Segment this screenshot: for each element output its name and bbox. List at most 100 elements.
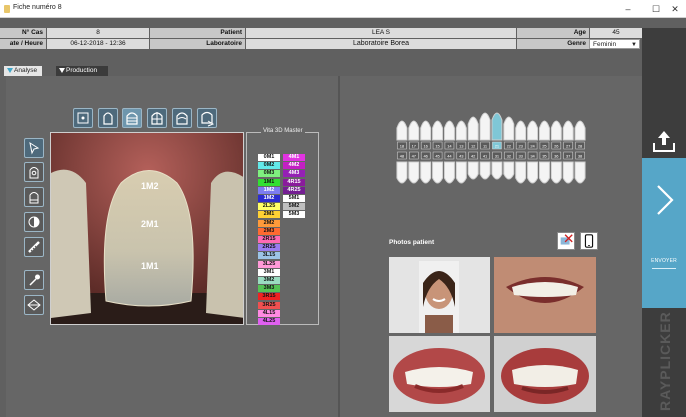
eyedropper-tool-button[interactable] (24, 270, 44, 290)
upper-tooth[interactable]: 27 (562, 120, 574, 150)
shade-swatch: 3R25 (258, 301, 280, 309)
shade-swatch: 3M2 (258, 277, 280, 284)
measure-tool-button[interactable] (24, 237, 44, 257)
grid-tool-button[interactable] (147, 108, 167, 128)
upper-tooth[interactable]: 26 (550, 120, 562, 150)
lower-tooth[interactable]: 44 (443, 151, 455, 184)
upper-tooth[interactable]: 18 (396, 120, 408, 150)
tooth-crown-icon (29, 192, 39, 204)
genre-select[interactable]: Feminin ▼ (589, 39, 640, 49)
application-window: { "window": {"title": "Fiche numéro 8", … (0, 0, 686, 417)
shade-swatch: 1M2 (258, 195, 280, 202)
lower-tooth[interactable]: 35 (538, 151, 550, 184)
lower-tooth[interactable]: 41 (479, 151, 491, 180)
upper-tooth[interactable]: 23 (515, 120, 527, 150)
shade-label-bottom: 1M1 (141, 261, 159, 271)
dental-chart-graphic: 18 17 16 15 14 13 12 11 21 22 23 24 25 26 27 28 48 47 46 45… (396, 112, 586, 184)
tooth-photo-view[interactable]: 1M2 2M1 1M1 (50, 132, 244, 325)
tab-analyse[interactable]: Analyse (4, 66, 42, 76)
tooth-number: 21 (495, 144, 500, 149)
delete-photo-button[interactable] (557, 232, 575, 250)
shade-swatch: 2M3 (258, 227, 280, 235)
lower-tooth[interactable]: 38 (574, 151, 586, 184)
upper-tooth[interactable]: 21 (491, 112, 503, 150)
select-tool-button[interactable] (24, 138, 44, 158)
tooth-number: 16 (423, 144, 428, 149)
upper-tooth[interactable]: 11 (479, 112, 491, 150)
lower-tooth[interactable]: 45 (432, 151, 444, 184)
patient-photo-retractor-2[interactable] (494, 336, 596, 412)
dental-chart[interactable]: 18 17 16 15 14 13 12 11 21 22 23 24 25 26 27 28 48 47 46 45… (396, 104, 586, 190)
genre-label: Genre (517, 39, 589, 49)
export-tool-button[interactable] (197, 108, 217, 128)
date-value: 06-12-2018 - 12:36 (47, 39, 149, 49)
upper-tooth[interactable]: 14 (443, 120, 455, 150)
panel-divider (338, 76, 340, 417)
tooth-export-icon (201, 111, 215, 127)
shade-swatch: 3M3 (258, 285, 280, 293)
lower-tooth[interactable]: 43 (455, 151, 467, 184)
patient-photo-portrait[interactable] (389, 257, 490, 333)
eyedropper-icon (29, 274, 40, 286)
age-value: 45 (590, 28, 642, 38)
portrait-photo-image (389, 257, 490, 333)
upper-tooth[interactable]: 28 (574, 120, 586, 150)
upper-tooth[interactable]: 17 (408, 120, 420, 150)
triangle-down-icon (7, 68, 13, 73)
crown-tool-button[interactable] (24, 187, 44, 207)
mapping-tool-button[interactable] (172, 108, 192, 128)
upper-tooth[interactable]: 15 (432, 120, 444, 150)
tab-analyse-label: Analyse (14, 67, 38, 74)
polygon-tool-button[interactable] (24, 295, 44, 315)
tooth-number: 45 (435, 154, 440, 159)
lower-tooth[interactable]: 33 (515, 151, 527, 184)
close-button[interactable]: ✕ (662, 1, 686, 17)
lower-tooth[interactable]: 34 (527, 151, 539, 184)
upper-tooth[interactable]: 24 (527, 120, 539, 150)
lower-tooth[interactable]: 47 (408, 151, 420, 184)
three-zones-tool-button[interactable] (122, 108, 142, 128)
upper-tooth[interactable]: 22 (503, 116, 515, 150)
shade-swatch: 3R15 (258, 293, 280, 301)
tooth-grid-icon (151, 112, 163, 125)
lower-tooth[interactable]: 32 (503, 151, 515, 180)
lower-tooth[interactable]: 46 (420, 151, 432, 184)
patient-photo-retractor-1[interactable] (389, 336, 490, 412)
date-label: ate / Heure (0, 39, 46, 49)
send-button[interactable] (642, 158, 686, 308)
polygon-icon (27, 299, 41, 311)
tooth-number: 46 (423, 154, 428, 159)
smartphone-icon (584, 234, 594, 248)
retractor-photo-image (494, 336, 596, 412)
contrast-tool-button[interactable] (24, 212, 44, 232)
zone-tool-button[interactable] (24, 162, 44, 182)
genre-select-value: Feminin (593, 41, 617, 48)
shade-swatch: 1M2 (258, 186, 280, 194)
tab-production[interactable]: Production (56, 66, 108, 76)
laboratory-label: Laboratoire (150, 39, 245, 49)
lower-tooth[interactable]: 42 (467, 151, 479, 180)
tooth-number: 43 (459, 154, 464, 159)
upper-tooth[interactable]: 25 (538, 120, 550, 150)
laboratory-value: Laboratoire Borea (246, 39, 516, 49)
upper-tooth[interactable]: 16 (420, 120, 432, 150)
lower-tooth[interactable]: 37 (562, 151, 574, 184)
upper-tooth[interactable]: 13 (455, 120, 467, 150)
age-label: Age (517, 28, 589, 38)
tooth-number: 41 (483, 154, 488, 159)
shade-swatch: 5M3 (283, 211, 305, 219)
shade-swatch: 2R25 (258, 244, 280, 252)
tooth-number: 38 (578, 154, 583, 159)
minimize-button[interactable]: – (615, 1, 641, 17)
window-title: Fiche numéro 8 (13, 4, 62, 11)
lower-tooth[interactable]: 36 (550, 151, 562, 184)
patient-photo-smile[interactable] (494, 257, 596, 333)
tooth-outline-icon (103, 112, 113, 125)
tooth-number: 47 (412, 154, 417, 159)
tooth-outline-tool-button[interactable] (98, 108, 118, 128)
lower-tooth[interactable]: 31 (491, 151, 503, 180)
single-tooth-tool-button[interactable] (73, 108, 93, 128)
upper-tooth[interactable]: 12 (467, 116, 479, 150)
mobile-import-button[interactable] (580, 232, 598, 250)
lower-tooth[interactable]: 48 (396, 151, 408, 184)
